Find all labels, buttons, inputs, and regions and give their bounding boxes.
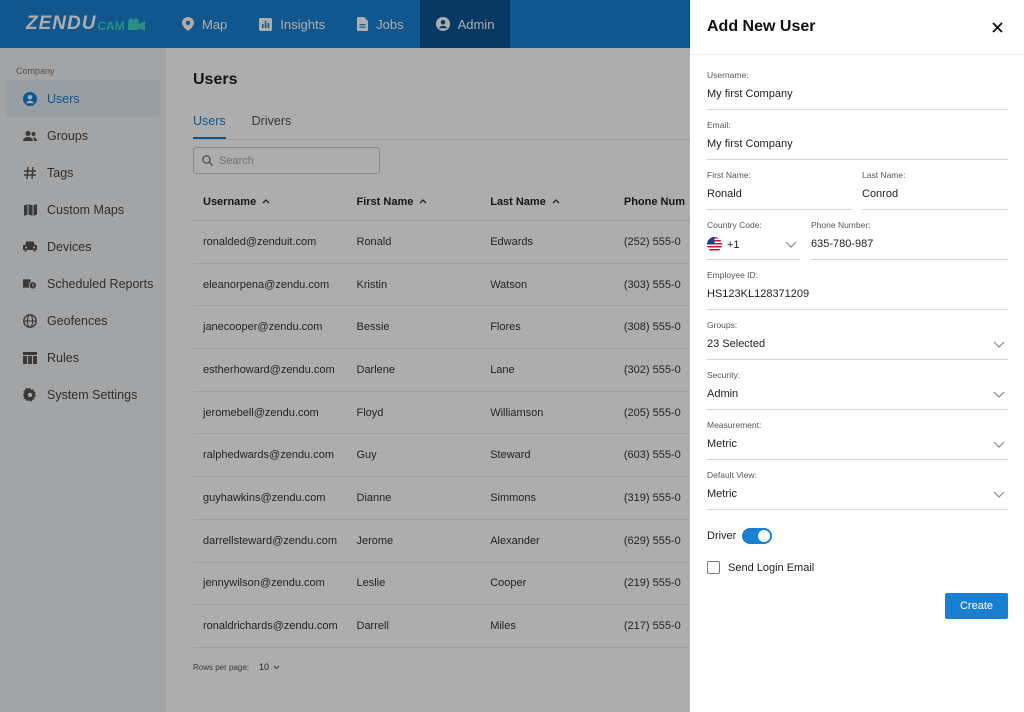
close-button[interactable]	[987, 17, 1007, 37]
add-user-drawer: Add New User Username: My first Company …	[690, 0, 1024, 712]
driver-label: Driver	[707, 530, 737, 542]
field-label: Last Name:	[862, 170, 906, 180]
country-code-select[interactable]: Country Code: +1	[707, 220, 800, 260]
chevron-down-icon	[993, 391, 1005, 398]
first-name-field[interactable]: First Name: Ronald	[707, 170, 852, 210]
field-label: Email:	[707, 120, 731, 130]
phone-number-value: 635-780-987	[811, 238, 874, 250]
security-select[interactable]: Security: Admin	[707, 370, 1008, 410]
field-label: Phone Number:	[811, 220, 871, 230]
modal-backdrop[interactable]	[0, 0, 690, 712]
last-name-value: Conrod	[862, 188, 899, 200]
send-login-email-label: Send Login Email	[728, 561, 815, 574]
field-label: Username:	[707, 70, 749, 80]
field-label: Security:	[707, 370, 741, 380]
username-field[interactable]: Username: My first Company	[707, 70, 1008, 110]
measurement-value: Metric	[707, 438, 737, 450]
field-label: Default View:	[707, 470, 757, 480]
groups-value: 23 Selected	[707, 338, 766, 350]
country-code-display: +1	[707, 237, 740, 252]
field-label: Employee ID:	[707, 270, 759, 280]
default-view-select[interactable]: Default View: Metric	[707, 470, 1008, 510]
measurement-select[interactable]: Measurement: Metric	[707, 420, 1008, 460]
first-name-value: Ronald	[707, 188, 742, 200]
employee-id-value: HS123KL128371209	[707, 288, 810, 300]
field-label: Country Code:	[707, 220, 762, 230]
email-value: My first Company	[707, 138, 793, 150]
field-label: First Name:	[707, 170, 751, 180]
country-code-value: +1	[727, 238, 740, 251]
field-label: Measurement:	[707, 420, 762, 430]
chevron-down-icon	[993, 491, 1005, 498]
last-name-field[interactable]: Last Name: Conrod	[862, 170, 1008, 210]
employee-id-field[interactable]: Employee ID: HS123KL128371209	[707, 270, 1008, 310]
us-flag-icon	[707, 237, 722, 252]
create-button[interactable]: Create	[945, 593, 1008, 619]
groups-select[interactable]: Groups: 23 Selected	[707, 320, 1008, 360]
email-field[interactable]: Email: My first Company	[707, 120, 1008, 160]
driver-toggle-row: Driver	[707, 528, 773, 544]
security-value: Admin	[707, 388, 739, 400]
chevron-down-icon	[993, 441, 1005, 448]
phone-number-field[interactable]: Phone Number: 635-780-987	[811, 220, 1008, 260]
driver-toggle[interactable]	[742, 528, 773, 544]
chevron-down-icon	[993, 341, 1005, 348]
default-view-value: Metric	[707, 488, 737, 500]
send-login-email-checkbox[interactable]	[707, 561, 720, 574]
drawer-header: Add New User	[690, 0, 1024, 55]
username-value: My first Company	[707, 88, 793, 100]
close-icon	[991, 21, 1003, 33]
chevron-down-icon	[785, 241, 797, 248]
field-label: Groups:	[707, 320, 738, 330]
send-login-email-row: Send Login Email	[707, 561, 814, 574]
drawer-title: Add New User	[707, 18, 816, 35]
